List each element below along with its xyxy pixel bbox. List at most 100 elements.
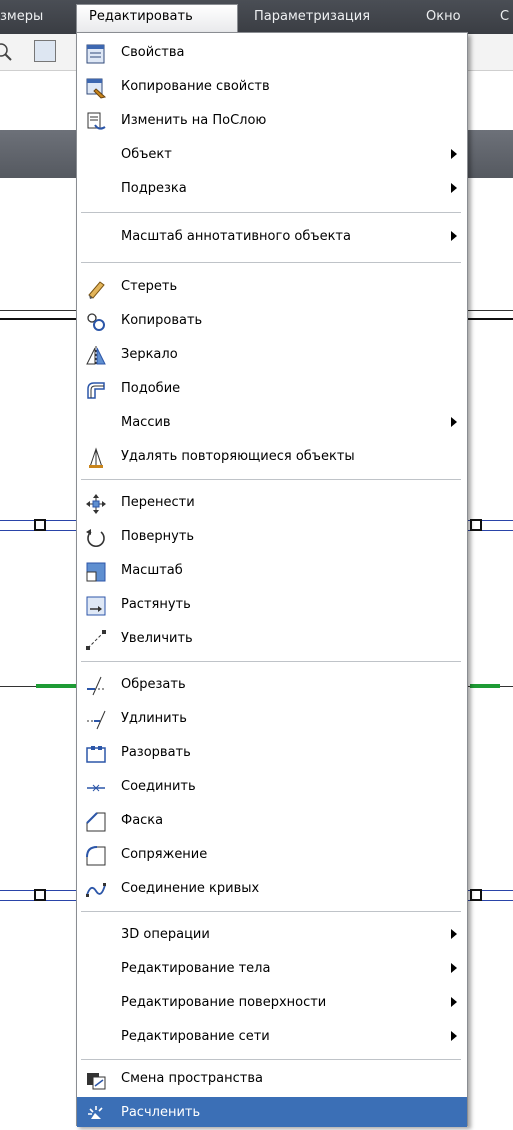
drawing-block <box>470 519 482 531</box>
menubar-item-modify[interactable]: Редактировать <box>76 4 238 32</box>
menu-item-label: Редактирование поверхности <box>121 995 327 1010</box>
menu-item-match-properties[interactable]: Копирование свойств <box>77 71 467 105</box>
fillet-icon <box>85 845 107 867</box>
menu-item-label: Масштаб <box>121 563 183 578</box>
scale-icon <box>85 561 107 583</box>
drawing-block <box>34 889 46 901</box>
menu-item-mesh-editing[interactable]: Редактирование сети <box>77 1021 467 1055</box>
menu-item-label: Обрезать <box>121 677 186 692</box>
menu-item-erase[interactable]: Стереть <box>77 271 467 305</box>
menu-item-label: Растянуть <box>121 597 191 612</box>
drawing-line <box>466 310 513 311</box>
blend-curves-icon <box>85 879 107 901</box>
menu-item-join[interactable]: Соединить <box>77 771 467 805</box>
menu-item-label: Перенести <box>121 495 195 510</box>
menu-item-label: Расчленить <box>121 1105 201 1120</box>
drawing-block <box>470 889 482 901</box>
menu-item-chamfer[interactable]: Фаска <box>77 805 467 839</box>
menu-item-label: Подрезка <box>121 181 187 196</box>
zoom-icon[interactable] <box>0 40 14 62</box>
menu-item-change-space[interactable]: Смена пространства <box>77 1063 467 1097</box>
menu-item-copy[interactable]: Копировать <box>77 305 467 339</box>
menu-item-change-to-bylayer[interactable]: Изменить на ПоСлою <box>77 105 467 139</box>
mirror-icon <box>85 345 107 367</box>
drawing-line-green <box>36 684 76 688</box>
menu-item-label: Свойства <box>121 45 185 60</box>
menu-item-label: Редактирование сети <box>121 1029 270 1044</box>
menu-item-explode[interactable]: Расчленить <box>77 1097 467 1127</box>
toolbar-properties-icon[interactable] <box>34 40 56 62</box>
menu-separator <box>81 262 461 263</box>
menubar-item-parametric[interactable]: Параметризация <box>254 9 370 24</box>
submenu-arrow-icon <box>451 417 457 427</box>
menu-item-break[interactable]: Разорвать <box>77 737 467 771</box>
menu-item-label: Фаска <box>121 813 164 828</box>
submenu-arrow-icon <box>451 997 457 1007</box>
menu-item-extend[interactable]: Удлинить <box>77 703 467 737</box>
eraser-icon <box>85 277 107 299</box>
menu-item-fillet[interactable]: Сопряжение <box>77 839 467 873</box>
menu-item-label: Увеличить <box>121 631 193 646</box>
menubar-item-dimension[interactable]: змеры <box>0 9 43 24</box>
menu-separator <box>81 1059 461 1060</box>
submenu-arrow-icon <box>451 231 457 241</box>
menu-item-3d-operations[interactable]: 3D операции <box>77 919 467 953</box>
rotate-icon <box>85 527 107 549</box>
menu-item-label: Копирование свойств <box>121 79 270 94</box>
menubar-item-window[interactable]: Окно <box>426 9 461 24</box>
menu-item-label: Масштаб аннотативного объекта <box>121 229 351 244</box>
menu-item-label: Удлинить <box>121 711 187 726</box>
menu-item-solid-editing[interactable]: Редактирование тела <box>77 953 467 987</box>
menubar: змеры Редактировать Параметризация Окно … <box>0 0 513 35</box>
drawing-line-green <box>470 684 500 688</box>
menu-item-label: Соединить <box>121 779 196 794</box>
menu-item-scale[interactable]: Масштаб <box>77 555 467 589</box>
menu-item-rotate[interactable]: Повернуть <box>77 521 467 555</box>
submenu-arrow-icon <box>451 929 457 939</box>
change-to-bylayer-icon <box>85 111 107 133</box>
drawing-line <box>0 310 78 311</box>
menu-item-label: Соединение кривых <box>121 881 260 896</box>
menu-item-label: Зеркало <box>121 347 178 362</box>
menubar-item-modify-label: Редактировать <box>89 9 193 24</box>
menu-separator <box>81 661 461 662</box>
menu-item-move[interactable]: Перенести <box>77 487 467 521</box>
menu-item-mirror[interactable]: Зеркало <box>77 339 467 373</box>
menu-item-annotative-scale[interactable]: Масштаб аннотативного объекта <box>77 221 467 255</box>
copy-icon <box>85 311 107 333</box>
extend-icon <box>85 709 107 731</box>
submenu-arrow-icon <box>451 183 457 193</box>
submenu-arrow-icon <box>451 963 457 973</box>
stretch-icon <box>85 595 107 617</box>
menu-item-stretch[interactable]: Растянуть <box>77 589 467 623</box>
menu-item-label: Сопряжение <box>121 847 208 862</box>
menu-item-label: Копировать <box>121 313 203 328</box>
menu-item-trim[interactable]: Обрезать <box>77 669 467 703</box>
menu-item-overkill[interactable]: Удалять повторяющиеся объекты <box>77 441 467 475</box>
modify-dropdown-menu: Свойства Копирование свойств Изменить на… <box>76 32 468 1127</box>
menu-item-blend-curves[interactable]: Соединение кривых <box>77 873 467 907</box>
menu-item-array[interactable]: Массив <box>77 407 467 441</box>
drawing-line <box>0 318 78 320</box>
menu-item-label: Удалять повторяющиеся объекты <box>121 449 355 464</box>
break-icon <box>85 743 107 765</box>
overkill-icon <box>85 447 107 469</box>
menubar-item-help[interactable]: С <box>500 9 509 24</box>
menu-item-label: Разорвать <box>121 745 191 760</box>
join-icon <box>85 777 107 799</box>
change-space-icon <box>85 1069 107 1091</box>
explode-icon <box>85 1103 107 1125</box>
submenu-arrow-icon <box>451 149 457 159</box>
menu-item-properties[interactable]: Свойства <box>77 37 467 71</box>
properties-icon <box>85 43 107 65</box>
menu-item-surface-editing[interactable]: Редактирование поверхности <box>77 987 467 1021</box>
menu-separator <box>81 212 461 213</box>
menu-item-offset[interactable]: Подобие <box>77 373 467 407</box>
menu-item-lengthen[interactable]: Увеличить <box>77 623 467 657</box>
menu-item-label: Массив <box>121 415 171 430</box>
match-properties-icon <box>85 77 107 99</box>
menu-item-object[interactable]: Объект <box>77 139 467 173</box>
menu-item-label: Подобие <box>121 381 181 396</box>
menu-item-clip[interactable]: Подрезка <box>77 173 467 207</box>
drawing-line <box>466 318 513 320</box>
